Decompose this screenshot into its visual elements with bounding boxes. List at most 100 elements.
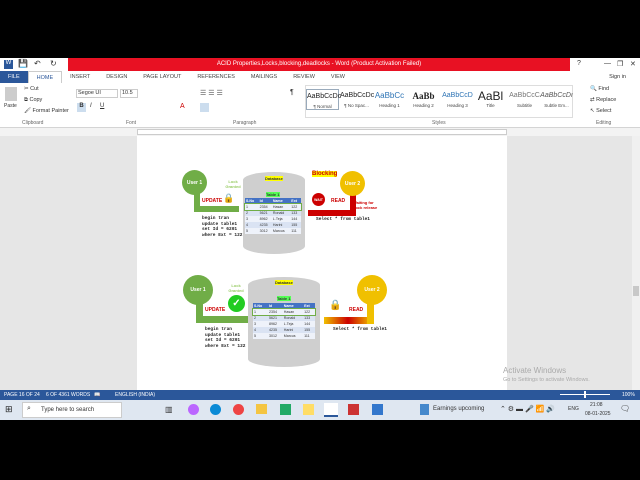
taskbar: ⊞ Type here to search ⌕ ▥ Earnings upcom… bbox=[0, 400, 640, 420]
close-button[interactable]: ✕ bbox=[630, 60, 636, 68]
start-button[interactable]: ⊞ bbox=[5, 404, 13, 415]
proofing-icon[interactable]: 📖 bbox=[94, 390, 100, 400]
word-icon: W bbox=[4, 60, 13, 69]
clock-date[interactable]: 08-01-2025 bbox=[585, 411, 611, 417]
data-table: S.No Id Name Ext 1 2354 Hasan 122 2 5621 Ronald 133… bbox=[244, 198, 302, 234]
style-preview: AaBbCcDc bbox=[340, 92, 375, 99]
tab-mailings[interactable]: MAILINGS bbox=[243, 71, 285, 83]
lock-icon: 🔒 bbox=[329, 300, 342, 311]
clock-time[interactable]: 21:08 bbox=[590, 402, 603, 408]
app-icon[interactable] bbox=[348, 404, 359, 415]
style-heading-1[interactable]: AaBbCc Heading 1 bbox=[373, 89, 406, 108]
copy-button[interactable]: ⧉ Copy bbox=[24, 97, 42, 104]
zoom-slider[interactable] bbox=[560, 391, 610, 398]
underline-button[interactable]: U bbox=[100, 103, 104, 109]
word-taskbar-icon[interactable] bbox=[324, 403, 338, 417]
select-button[interactable]: ↖ Select bbox=[590, 108, 611, 114]
paste-icon[interactable] bbox=[5, 87, 17, 101]
find-button[interactable]: 🔍 Find bbox=[590, 86, 609, 92]
style-subtitle[interactable]: AaBbCcC Subtitle bbox=[508, 89, 541, 108]
paste-button[interactable]: Paste bbox=[4, 103, 17, 109]
wait-badge: WAIT bbox=[312, 193, 325, 206]
redo-icon[interactable]: ↻ bbox=[50, 59, 57, 68]
vertical-scrollbar[interactable] bbox=[632, 136, 640, 390]
tab-design[interactable]: DESIGN bbox=[98, 71, 135, 83]
user1-circle: User 1 bbox=[183, 275, 213, 305]
lock-diagram: User 1 Lock Granted ✓ UPDATE begin tran … bbox=[178, 267, 396, 369]
style-heading-2[interactable]: AaBb Heading 2 bbox=[407, 89, 440, 108]
zoom-level[interactable]: 100% bbox=[622, 390, 635, 400]
document-page[interactable]: User 1 Lock Granted 🔒 UPDATE begin tran … bbox=[137, 136, 507, 390]
notification-icon[interactable]: 🗨 bbox=[620, 404, 630, 413]
search-icon: ⌕ bbox=[27, 405, 31, 412]
language[interactable]: ENGLISH (INDIA) bbox=[115, 390, 155, 400]
tab-review[interactable]: REVIEW bbox=[285, 71, 323, 83]
font-size-select[interactable]: 10.5 bbox=[120, 89, 138, 98]
align-left-icon[interactable] bbox=[200, 103, 209, 112]
app-icon[interactable] bbox=[372, 404, 383, 415]
waiting-label: Waiting for Lock release bbox=[353, 200, 378, 210]
clipboard-group-label: Clipboard bbox=[22, 120, 44, 126]
tray-icons[interactable]: ⌃ ⚙ ▬ 🎤 📶 🔊 bbox=[500, 405, 555, 413]
style-name: Heading 2 bbox=[413, 103, 434, 108]
replace-label: Replace bbox=[596, 97, 617, 103]
ribbon-tabs: FILE HOME INSERT DESIGN PAGE LAYOUT REFE… bbox=[0, 71, 640, 83]
lock-icon: 🔒 bbox=[223, 193, 235, 203]
table-cell: 111 bbox=[290, 228, 301, 234]
bullets-icon[interactable]: ☰ ☰ ☰ bbox=[200, 89, 223, 97]
cut-button[interactable]: ✂ Cut bbox=[24, 86, 39, 92]
lock-granted-label: Lock Granted bbox=[225, 179, 241, 189]
undo-icon[interactable]: ↶ bbox=[34, 59, 41, 68]
bold-button[interactable]: B bbox=[77, 103, 86, 112]
powershell-icon[interactable] bbox=[280, 404, 291, 415]
format-painter-button[interactable]: 🖌 Format Painter bbox=[24, 108, 69, 114]
italic-button[interactable]: I bbox=[90, 103, 92, 109]
chrome-icon[interactable] bbox=[233, 404, 244, 415]
style-heading-3[interactable]: AaBbCcD Heading 3 bbox=[441, 89, 474, 108]
style-name: Subtle Em... bbox=[544, 103, 569, 108]
page-count[interactable]: PAGE 16 OF 24 bbox=[4, 390, 40, 400]
style-name: ¶ No Spac... bbox=[344, 103, 369, 108]
style-preview: AaBbCcDı bbox=[540, 92, 573, 99]
activate-windows-subtitle: Go to Settings to activate Windows. bbox=[503, 377, 590, 383]
font-name-select[interactable]: Segoe UI bbox=[76, 89, 118, 98]
input-language[interactable]: ENG bbox=[568, 406, 579, 412]
copy-label: Copy bbox=[29, 97, 43, 103]
activate-windows-title: Activate Windows bbox=[503, 366, 567, 375]
copilot-icon[interactable] bbox=[188, 404, 199, 415]
styles-group-label: Styles bbox=[432, 120, 446, 126]
pilcrow-icon[interactable]: ¶ bbox=[290, 89, 294, 96]
sign-in-link[interactable]: Sign in bbox=[609, 71, 640, 83]
style-name: Title bbox=[486, 103, 495, 108]
font-color-icon[interactable]: A bbox=[180, 103, 185, 110]
news-widget[interactable]: Earnings upcoming bbox=[433, 406, 484, 412]
user2-circle: User 2 bbox=[357, 275, 387, 305]
style-subtle-emphasis[interactable]: AaBbCcDı Subtle Em... bbox=[540, 89, 573, 108]
tab-view[interactable]: VIEW bbox=[323, 71, 353, 83]
edge-icon[interactable] bbox=[210, 404, 221, 415]
task-view-icon[interactable]: ▥ bbox=[165, 405, 173, 414]
check-icon: ✓ bbox=[228, 295, 245, 312]
style-preview: AaBbCcDc bbox=[307, 93, 342, 100]
help-button[interactable]: ? bbox=[577, 60, 581, 67]
style-normal[interactable]: AaBbCcDc ¶ Normal bbox=[306, 89, 342, 110]
horizontal-ruler[interactable] bbox=[0, 128, 640, 136]
word-count[interactable]: 6 OF 4361 WORDS bbox=[46, 390, 90, 400]
style-no-spacing[interactable]: AaBbCcDc ¶ No Spac... bbox=[340, 89, 375, 108]
tab-home[interactable]: HOME bbox=[27, 71, 63, 83]
style-preview: AaBbCc bbox=[374, 91, 405, 100]
tab-file[interactable]: FILE bbox=[0, 71, 28, 83]
table-cell: 3012 bbox=[258, 228, 272, 234]
maximize-button[interactable]: ❐ bbox=[617, 60, 623, 68]
file-explorer-icon[interactable] bbox=[256, 404, 267, 414]
search-input[interactable]: Type here to search bbox=[22, 402, 122, 418]
minimize-button[interactable]: — bbox=[604, 60, 611, 67]
tab-references[interactable]: REFERENCES bbox=[189, 71, 243, 83]
save-icon[interactable]: 💾 bbox=[18, 59, 28, 68]
replace-button[interactable]: ⇄ Replace bbox=[590, 97, 616, 103]
paint-icon[interactable] bbox=[303, 404, 314, 415]
style-title[interactable]: AaBl Title bbox=[474, 89, 507, 108]
tab-page-layout[interactable]: PAGE LAYOUT bbox=[135, 71, 189, 83]
style-name: ¶ Normal bbox=[313, 104, 332, 109]
tab-insert[interactable]: INSERT bbox=[62, 71, 98, 83]
